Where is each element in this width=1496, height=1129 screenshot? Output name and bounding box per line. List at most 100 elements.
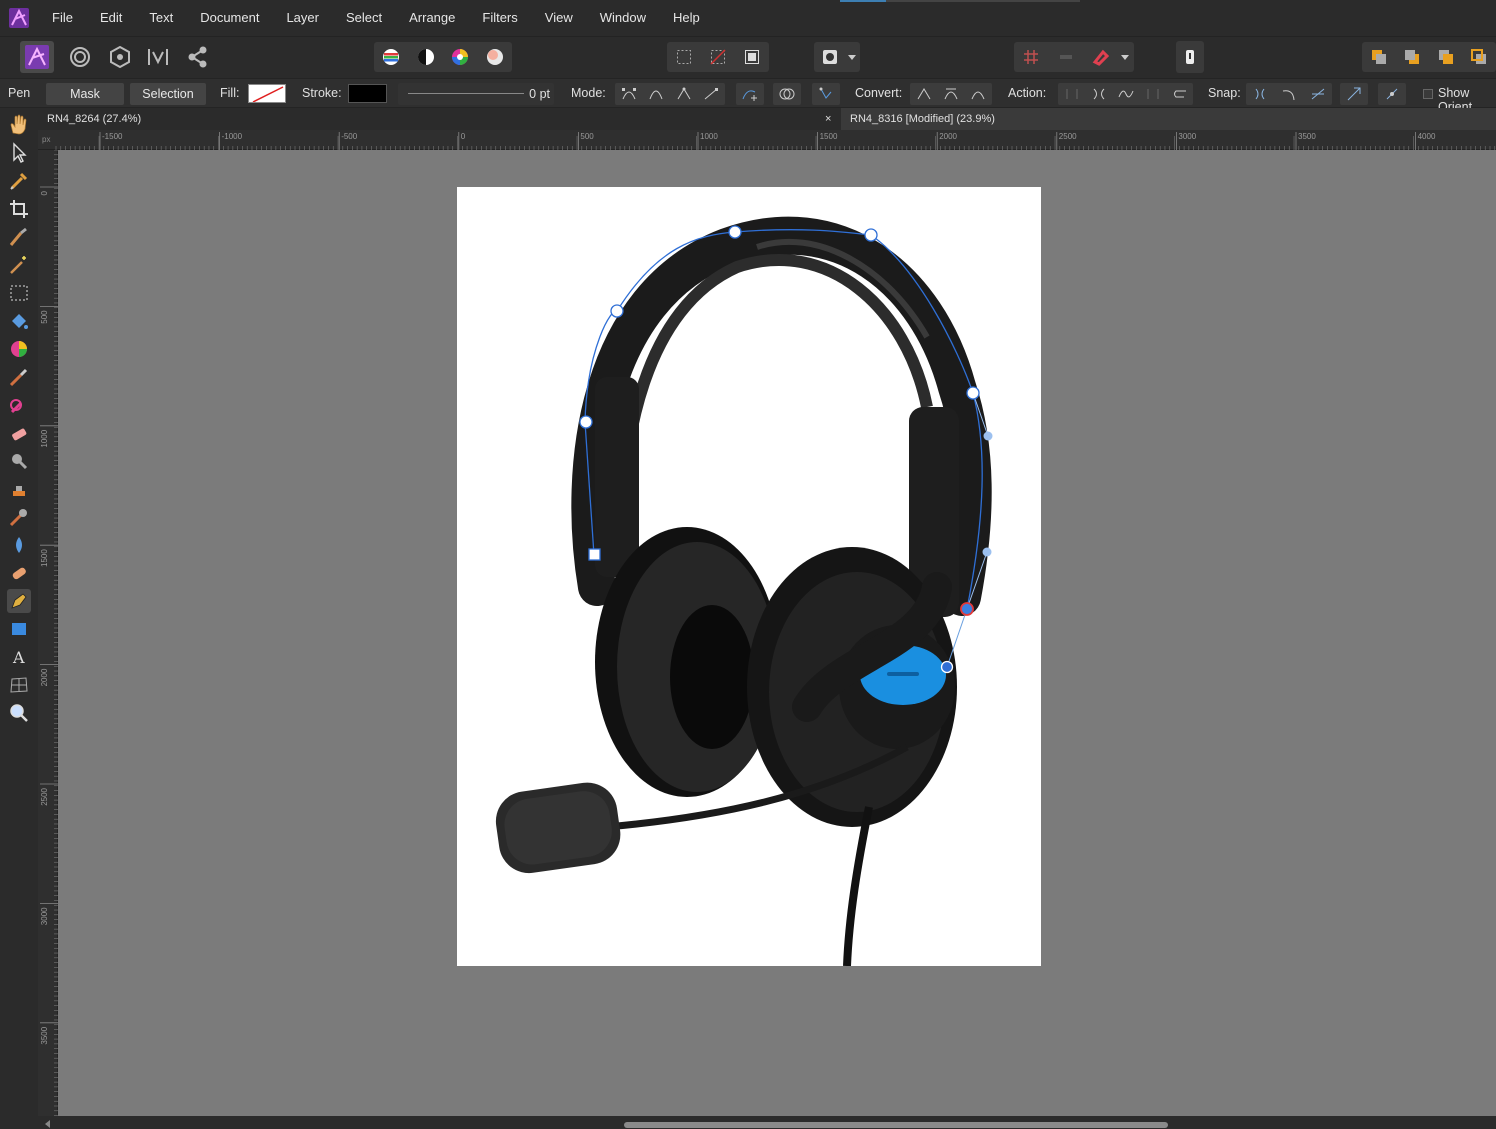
menu-help[interactable]: Help (659, 0, 713, 36)
tone-mapping-persona-icon[interactable] (142, 41, 174, 73)
node-handles-icon[interactable] (1379, 83, 1405, 105)
sharp-node-icon[interactable] (911, 83, 937, 105)
menu-view[interactable]: View (531, 0, 586, 36)
pen-tool[interactable] (7, 589, 31, 613)
erase-brush-tool[interactable] (7, 421, 31, 445)
convert-label: Convert: (855, 86, 903, 100)
selection-button[interactable]: Selection (130, 83, 206, 105)
hand-tool[interactable] (7, 113, 31, 137)
flood-fill-tool[interactable] (7, 309, 31, 333)
transform-mode-icon[interactable] (1341, 83, 1367, 105)
line-mode-icon[interactable] (698, 83, 724, 105)
ruler-top: px -1500 -1000 -500 0 500 1000 1500 2000 2500 300… (38, 130, 1496, 150)
menu-document[interactable]: Document (186, 0, 272, 36)
photo-persona-icon[interactable] (20, 41, 54, 73)
app-logo-icon[interactable] (0, 0, 38, 36)
smooth-node-icon[interactable] (938, 83, 964, 105)
black-white-icon[interactable] (412, 45, 440, 69)
pixel-brush-tool[interactable] (7, 393, 31, 417)
tab-close-button[interactable]: × (821, 108, 841, 130)
menu-filters[interactable]: Filters (468, 0, 530, 36)
grid-icon[interactable] (1017, 45, 1045, 69)
healing-tool[interactable] (7, 561, 31, 585)
stroke-swatch[interactable] (348, 84, 387, 103)
smart-mode-icon[interactable] (643, 83, 669, 105)
menu-arrange[interactable]: Arrange (395, 0, 468, 36)
marquee-tool[interactable] (7, 281, 31, 305)
polygon-mode-icon[interactable] (671, 83, 697, 105)
move-to-front-icon[interactable] (1465, 45, 1493, 69)
zoom-tool[interactable] (7, 701, 31, 725)
export-persona-icon[interactable] (182, 41, 214, 73)
canvas-area[interactable] (58, 150, 1496, 1116)
combine-icon[interactable] (774, 83, 800, 105)
snapping-dropdown-icon[interactable] (1120, 50, 1131, 64)
scroll-left-icon[interactable] (44, 1120, 52, 1128)
selected-node[interactable] (960, 602, 974, 616)
menu-edit[interactable]: Edit (86, 0, 135, 36)
guides-icon[interactable] (1052, 45, 1080, 69)
quick-mask-dropdown-icon[interactable] (848, 50, 858, 64)
blur-tool[interactable] (7, 533, 31, 557)
gradient-tool[interactable] (7, 337, 31, 361)
snap-to-node-icon[interactable] (1305, 83, 1331, 105)
move-to-back-icon[interactable] (1365, 45, 1393, 69)
tab-rn4-8316[interactable]: RN4_8316 [Modified] (23.9%) (841, 108, 1496, 130)
show-orient-checkbox[interactable] (1423, 89, 1433, 99)
fill-swatch[interactable] (248, 84, 286, 103)
ruler-left-label: 3000 (40, 907, 49, 925)
magic-wand-tool[interactable] (7, 253, 31, 277)
break-curve-icon[interactable] (1059, 83, 1085, 105)
erase-brush-icon (12, 428, 27, 441)
menu-layer[interactable]: Layer (272, 0, 332, 36)
move-tool[interactable] (7, 141, 31, 165)
paint-brush-tool[interactable] (7, 365, 31, 389)
blemish-tool[interactable] (7, 505, 31, 529)
quick-mask-group (814, 42, 860, 72)
develop-persona-icon[interactable] (104, 41, 136, 73)
quick-mask-icon[interactable] (816, 45, 844, 69)
horizontal-scrollbar[interactable] (38, 1116, 1496, 1129)
menu-window[interactable]: Window (586, 0, 659, 36)
assistant-icon[interactable] (1176, 41, 1204, 73)
smooth-curve-icon[interactable] (1113, 83, 1139, 105)
mask-button[interactable]: Mask (46, 83, 124, 105)
add-shape-icon[interactable] (737, 83, 763, 105)
dodge-tool[interactable] (7, 449, 31, 473)
rectangle-tool[interactable] (7, 617, 31, 641)
ruler-left: 0 500 1000 1500 2000 2500 3000 3500 (38, 150, 58, 1116)
deselect-icon[interactable] (704, 45, 732, 69)
close-curve-icon[interactable] (1086, 83, 1112, 105)
rubber-band-icon[interactable] (813, 83, 839, 105)
move-forward-icon[interactable] (1432, 45, 1460, 69)
clone-tool[interactable] (7, 477, 31, 501)
menu-file[interactable]: File (38, 0, 86, 36)
marquee-select-icon[interactable] (670, 45, 698, 69)
join-curves-icon[interactable] (1140, 83, 1166, 105)
crop-tool[interactable] (7, 197, 31, 221)
menu-text[interactable]: Text (135, 0, 186, 36)
tool-name: Pen (8, 86, 31, 100)
stroke-width-slider[interactable]: 0 pt (398, 83, 554, 105)
smart-node-icon[interactable] (965, 83, 991, 105)
selection-brush-tool[interactable] (7, 225, 31, 249)
levels-icon[interactable] (377, 45, 405, 69)
ruler-left-label: 0 (40, 190, 49, 195)
scrollbar-thumb[interactable] (624, 1122, 1168, 1128)
snap-to-curve-icon[interactable] (1276, 83, 1302, 105)
pen-mode-icon[interactable] (616, 83, 642, 105)
color-picker-tool[interactable] (7, 169, 31, 193)
invert-selection-icon[interactable] (738, 45, 766, 69)
snap-to-geometry-icon[interactable] (1247, 83, 1273, 105)
move-back-icon[interactable] (1398, 45, 1426, 69)
snapping-magnet-icon[interactable] (1086, 45, 1114, 69)
hsl-icon[interactable] (446, 45, 474, 69)
text-tool[interactable]: A (7, 645, 31, 669)
reverse-curve-icon[interactable] (1167, 83, 1193, 105)
mesh-warp-tool[interactable] (7, 673, 31, 697)
menu-select[interactable]: Select (332, 0, 395, 36)
tab-rn4-8264[interactable]: RN4_8264 (27.4%) (38, 108, 835, 130)
liquify-persona-icon[interactable] (64, 41, 96, 73)
white-balance-icon[interactable] (481, 45, 509, 69)
mode-label: Mode: (571, 86, 606, 100)
